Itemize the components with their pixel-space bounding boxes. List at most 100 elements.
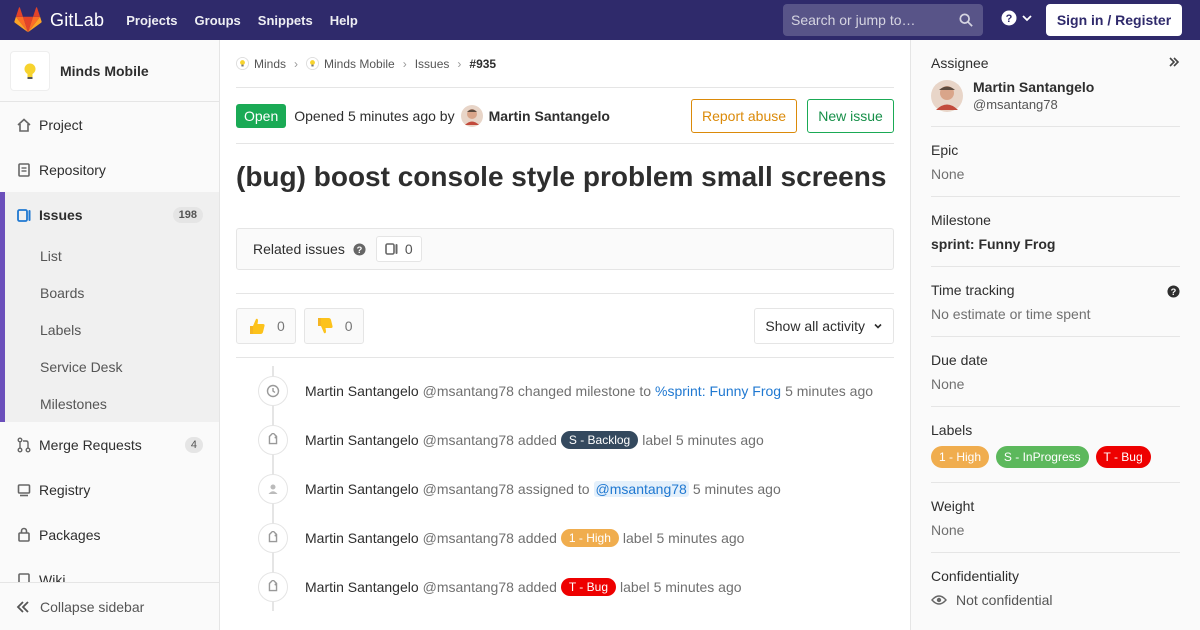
lightbulb-icon bbox=[24, 63, 36, 79]
thumbs-down-button[interactable]: 0 bbox=[303, 307, 364, 344]
due-date-title: Due date bbox=[931, 352, 988, 368]
milestone-value[interactable]: sprint: Funny Frog bbox=[931, 236, 1180, 252]
related-issues-count[interactable]: 0 bbox=[375, 236, 422, 262]
sidebar-item-issues[interactable]: Issues 198 bbox=[0, 192, 219, 237]
breadcrumb-current-issue[interactable]: #935 bbox=[469, 57, 496, 71]
epic-block: Epic None bbox=[931, 127, 1180, 197]
gitlab-logo-icon bbox=[14, 7, 42, 33]
labels-block: Labels 1 - High S - InProgress T - Bug bbox=[931, 407, 1180, 483]
label-bug[interactable]: T - Bug bbox=[1095, 446, 1151, 468]
note-author[interactable]: Martin Santangelo bbox=[305, 481, 419, 497]
report-abuse-button[interactable]: Report abuse bbox=[691, 99, 797, 133]
sidebar-item-label: Repository bbox=[39, 161, 106, 178]
sidebar-item-project[interactable]: Project bbox=[0, 102, 219, 147]
gitlab-home-link[interactable]: GitLab bbox=[14, 7, 104, 33]
sidebar-item-label: Project bbox=[39, 116, 83, 133]
confidentiality-status: Not confidential bbox=[931, 592, 1180, 608]
breadcrumb-project-label: Minds Mobile bbox=[324, 56, 395, 71]
issues-icon bbox=[385, 243, 398, 255]
clock-icon bbox=[258, 376, 288, 406]
milestone-link[interactable]: %sprint: Funny Frog bbox=[655, 383, 781, 399]
time-tracking-title: Time tracking bbox=[931, 282, 1015, 298]
sidebar-subitem-labels[interactable]: Labels bbox=[5, 311, 219, 348]
note-handle: @msantang78 bbox=[422, 529, 514, 546]
related-count-value: 0 bbox=[404, 241, 413, 257]
note-text: added bbox=[517, 431, 557, 448]
note-author[interactable]: Martin Santangelo bbox=[305, 432, 419, 448]
activity-filter-dropdown[interactable]: Show all activity bbox=[754, 308, 894, 344]
question-icon: ? bbox=[1001, 10, 1017, 26]
user-mention[interactable]: @msantang78 bbox=[593, 480, 689, 497]
labels-list: 1 - High S - InProgress T - Bug bbox=[931, 446, 1180, 468]
sidebar-subitem-milestones[interactable]: Milestones bbox=[5, 385, 219, 422]
assignee-handle: @msantang78 bbox=[973, 97, 1058, 112]
note-author[interactable]: Martin Santangelo bbox=[305, 530, 419, 546]
issue-title: (bug) boost console style problem small … bbox=[236, 161, 887, 192]
award-emoji-bar: 0 0 Show all activity bbox=[236, 294, 894, 358]
sidebar-item-packages[interactable]: Packages bbox=[0, 512, 219, 557]
note-author[interactable]: Martin Santangelo bbox=[305, 383, 419, 399]
note-time: 5 minutes ago bbox=[675, 431, 764, 448]
labels-title: Labels bbox=[931, 422, 973, 438]
label-backlog[interactable]: S - Backlog bbox=[560, 430, 639, 449]
sidebar-item-label: Merge Requests bbox=[39, 436, 142, 453]
weight-block: Weight None bbox=[931, 483, 1180, 553]
help-dropdown-button[interactable]: ? bbox=[1001, 10, 1032, 26]
project-avatar bbox=[10, 50, 50, 91]
nav-groups[interactable]: Groups bbox=[195, 13, 241, 28]
user-icon bbox=[258, 474, 288, 504]
avatar[interactable] bbox=[460, 104, 483, 127]
question-icon[interactable]: ? bbox=[353, 242, 366, 256]
list-item: Martin Santangelo @msantang78 changed mi… bbox=[236, 366, 894, 415]
note-handle: @msantang78 bbox=[422, 431, 514, 448]
avatar bbox=[931, 79, 963, 112]
breadcrumb-group[interactable]: Minds bbox=[236, 57, 286, 71]
issue-main-content: Minds › Minds Mobile › Issues › #935 Ope… bbox=[236, 40, 894, 630]
label-high[interactable]: 1 - High bbox=[931, 446, 990, 468]
thumbs-down-count: 0 bbox=[344, 317, 353, 334]
issue-header: Open Opened 5 minutes ago by Martin Sant… bbox=[236, 88, 894, 144]
nav-help[interactable]: Help bbox=[330, 13, 358, 28]
sidebar-item-repository[interactable]: Repository bbox=[0, 147, 219, 192]
note-time: 5 minutes ago bbox=[692, 480, 781, 497]
breadcrumb-issues[interactable]: Issues bbox=[415, 57, 450, 71]
confidentiality-title: Confidentiality bbox=[931, 568, 1019, 584]
note-time: 5 minutes ago bbox=[785, 382, 874, 399]
thumbs-up-button[interactable]: 0 bbox=[236, 307, 296, 344]
breadcrumb-project[interactable]: Minds Mobile bbox=[306, 57, 395, 71]
sidebar-item-registry[interactable]: Registry bbox=[0, 467, 219, 512]
question-icon[interactable]: ? bbox=[1167, 285, 1180, 298]
sign-in-button[interactable]: Sign in / Register bbox=[1046, 4, 1182, 36]
breadcrumb-separator: › bbox=[294, 56, 299, 71]
author-link[interactable]: Martin Santangelo bbox=[489, 108, 610, 124]
sidebar-subitem-list[interactable]: List bbox=[5, 237, 219, 274]
nav-snippets[interactable]: Snippets bbox=[258, 13, 313, 28]
tag-icon bbox=[258, 572, 288, 602]
thumbs-up-icon bbox=[250, 318, 265, 334]
activity-filter-label: Show all activity bbox=[765, 318, 865, 334]
svg-text:?: ? bbox=[356, 244, 362, 254]
note-handle: @msantang78 bbox=[422, 382, 514, 399]
label-inprogress[interactable]: S - InProgress bbox=[995, 446, 1089, 468]
project-header[interactable]: Minds Mobile bbox=[0, 40, 219, 102]
double-chevron-right-icon[interactable] bbox=[1168, 56, 1180, 68]
note-text: added bbox=[517, 578, 557, 595]
search-icon bbox=[959, 13, 973, 27]
note-text: added bbox=[517, 529, 557, 546]
weight-title: Weight bbox=[931, 498, 975, 514]
assignee-user[interactable]: Martin Santangelo @msantang78 bbox=[931, 79, 1180, 112]
search-input[interactable]: Search or jump to… bbox=[783, 4, 983, 36]
due-date-block: Due date None bbox=[931, 337, 1180, 407]
sidebar-item-merge-requests[interactable]: Merge Requests 4 bbox=[0, 422, 219, 467]
note-time: 5 minutes ago bbox=[653, 578, 742, 595]
label-bug[interactable]: T - Bug bbox=[560, 577, 616, 596]
doc-icon bbox=[18, 162, 30, 177]
new-issue-button[interactable]: New issue bbox=[807, 99, 894, 133]
label-high[interactable]: 1 - High bbox=[560, 528, 619, 547]
collapse-sidebar-button[interactable]: Collapse sidebar bbox=[0, 582, 219, 630]
breadcrumb: Minds › Minds Mobile › Issues › #935 bbox=[236, 40, 894, 88]
sidebar-subitem-service-desk[interactable]: Service Desk bbox=[5, 348, 219, 385]
nav-projects[interactable]: Projects bbox=[126, 13, 177, 28]
sidebar-subitem-boards[interactable]: Boards bbox=[5, 274, 219, 311]
note-author[interactable]: Martin Santangelo bbox=[305, 579, 419, 595]
